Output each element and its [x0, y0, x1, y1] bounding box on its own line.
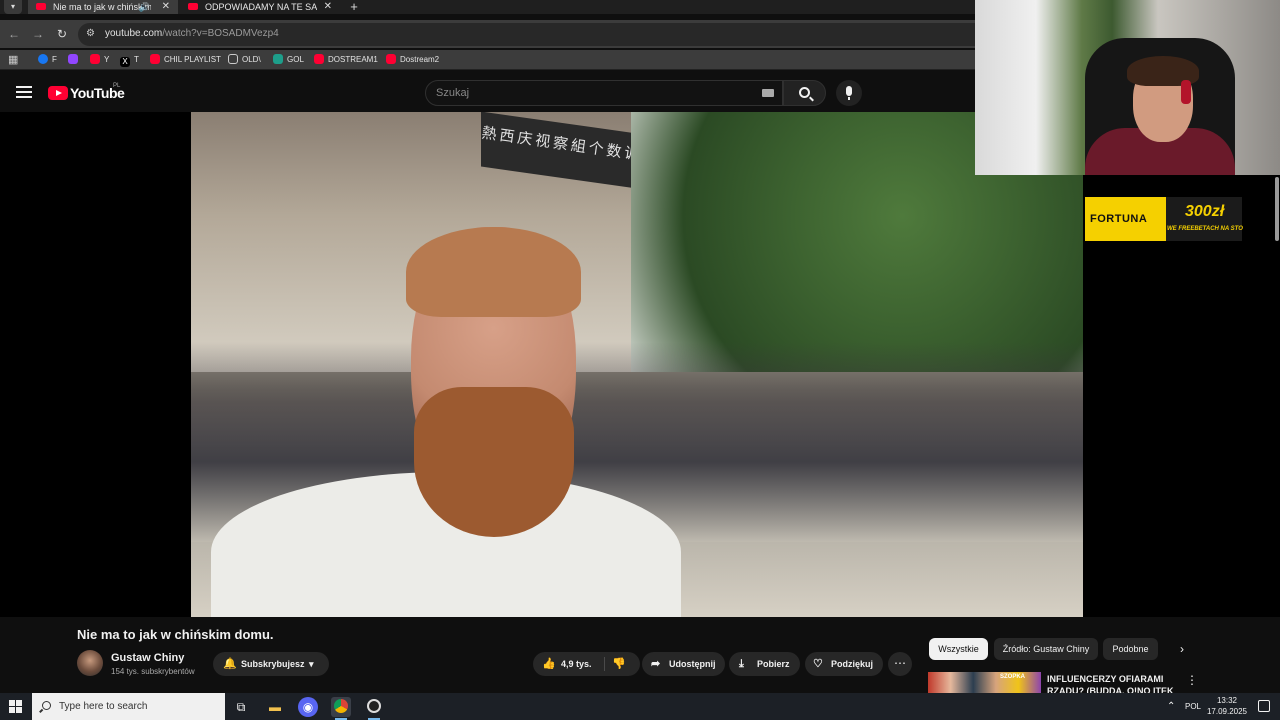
thanks-heart-icon: ♡ [813, 658, 823, 670]
share-button[interactable]: ➦ Udostępnij [642, 652, 725, 676]
video-title: Nie ma to jak w chińskim domu. [77, 627, 274, 642]
youtube-favicon-icon [188, 3, 198, 10]
fortuna-ad-banner[interactable]: FORTUNA 300zł WE FREEBETACH NA STO [1085, 197, 1243, 241]
youtube-icon [314, 54, 324, 64]
facebook-icon [38, 54, 48, 64]
bookmark-twitch[interactable] [68, 54, 82, 66]
forward-arrow-icon[interactable]: → [30, 26, 46, 42]
subscribe-button[interactable]: 🔔 Subskrybujesz ▾ [213, 652, 329, 676]
clock-date: 17.09.2025 [1206, 707, 1248, 716]
file-explorer-icon[interactable]: ▬ [265, 697, 285, 717]
youtube-icon [90, 54, 100, 64]
bookmark-folder-old[interactable]: OLD\ [228, 54, 261, 66]
like-count[interactable]: 4,9 tys. [561, 652, 592, 676]
clock-time: 13:32 [1216, 696, 1238, 705]
new-tab-button[interactable]: + [347, 0, 361, 14]
chrome-icon[interactable] [331, 697, 351, 720]
download-icon: ⤓ [739, 658, 744, 670]
search-input[interactable]: Szukaj [425, 80, 783, 106]
windows-start-icon[interactable] [9, 700, 22, 713]
download-button[interactable]: ⤓ Pobierz [729, 652, 800, 676]
like-icon[interactable]: 👍 [542, 652, 556, 676]
youtube-icon [386, 54, 396, 64]
video-person [396, 227, 586, 537]
tray-chevron-up-icon[interactable]: ⌃ [1167, 693, 1175, 720]
keyboard-icon[interactable] [762, 89, 774, 97]
taskbar-clock[interactable]: 13:32 17.09.2025 [1204, 695, 1250, 717]
tab-second-video[interactable]: ODPOWIADAMY NA TE SAME P ✕ [180, 0, 340, 14]
chip-related[interactable]: Podobne [1103, 638, 1158, 660]
site-info-icon[interactable]: ⚙ [86, 28, 98, 40]
side-panel [1083, 175, 1280, 617]
more-actions-icon[interactable]: ⋯ [888, 652, 912, 676]
video-frame[interactable]: 熱西庆视察組个数调字 [191, 112, 1083, 617]
voice-search-button[interactable] [836, 80, 862, 106]
discord-icon[interactable]: ◉ [298, 697, 318, 717]
bookmark-youtube[interactable]: Y [90, 54, 109, 66]
apps-grid-icon[interactable]: ▦ [8, 54, 20, 66]
menu-icon[interactable] [16, 86, 32, 98]
like-dislike-group: 👍 4,9 tys. 👎 [533, 652, 640, 676]
channel-subscriber-count: 154 tys. subskrybentów [111, 667, 195, 676]
dislike-icon[interactable]: 👎 [612, 652, 626, 676]
notifications-icon[interactable] [1258, 700, 1270, 712]
speaker-icon[interactable]: 🔊 [139, 0, 150, 14]
search-icon [42, 701, 51, 710]
youtube-play-icon [48, 86, 68, 100]
bookmark-chil-playlist[interactable]: CHIL PLAYLIST [150, 54, 221, 66]
bookmark-facebook[interactable]: F [38, 54, 57, 66]
bookmark-gol[interactable]: GOL [273, 54, 304, 66]
chip-from-channel[interactable]: Źródło: Gustaw Chiny [994, 638, 1098, 660]
tab-title: Nie ma to jak w chińskim d [53, 2, 151, 12]
tab-active-video[interactable]: Nie ma to jak w chińskim d 🔊 ✕ [28, 0, 178, 14]
recommended-thumbnail[interactable]: SZOPKA [928, 672, 1041, 694]
obs-icon[interactable] [364, 697, 384, 720]
windows-taskbar: Type here to search ⧉ ▬ ◉ ⌃ POL 13:32 17… [0, 693, 1280, 720]
reload-icon[interactable]: ↻ [54, 26, 70, 42]
close-tab-icon[interactable]: ✕ [162, 0, 170, 14]
recommended-more-icon[interactable]: ⋮ [1186, 673, 1198, 689]
thanks-button[interactable]: ♡ Podziękuj [805, 652, 883, 676]
search-button[interactable] [783, 80, 826, 106]
url-text: youtube.com/watch?v=BOSADMVezp4 [105, 28, 279, 39]
channel-avatar[interactable] [77, 650, 103, 676]
streamer-webcam [975, 0, 1280, 175]
tab-title: ODPOWIADAMY NA TE SAME P [205, 2, 317, 12]
channel-name[interactable]: Gustaw Chiny [111, 652, 184, 664]
back-arrow-icon[interactable]: ← [6, 26, 22, 42]
microphone-icon [846, 86, 852, 100]
close-tab-icon[interactable]: ✕ [324, 0, 332, 14]
x-logo-icon: X [120, 57, 130, 67]
youtube-favicon-icon [36, 3, 46, 10]
headset-icon [1181, 80, 1191, 104]
bookmark-dostream2[interactable]: Dostream2 [386, 54, 439, 66]
video-player[interactable]: 熱西庆视察組个数调字 [0, 112, 1083, 617]
twitch-icon [68, 54, 78, 64]
chevron-down-icon: ▾ [309, 659, 314, 669]
bell-icon: 🔔 [223, 658, 237, 670]
like-separator [604, 657, 605, 671]
scrollbar[interactable] [1275, 177, 1279, 241]
ad-amount: 300zł [1185, 203, 1225, 220]
task-view-icon[interactable]: ⧉ [231, 697, 251, 717]
chip-all[interactable]: Wszystkie [929, 638, 988, 660]
language-indicator[interactable]: POL [1185, 693, 1201, 720]
gol-icon [273, 54, 283, 64]
search-icon [799, 87, 810, 98]
share-icon: ➦ [651, 658, 661, 670]
ad-brand: FORTUNA [1090, 213, 1148, 225]
tab-search-button[interactable]: ▾ [4, 0, 22, 14]
youtube-icon [150, 54, 160, 64]
folder-icon [228, 54, 238, 64]
bookmark-x[interactable]: XT [120, 54, 139, 67]
bookmark-dostream1[interactable]: DOSTREAM1 [314, 54, 378, 66]
chevron-right-icon[interactable]: › [1174, 640, 1190, 658]
recommended-title[interactable]: INFLUENCERZY OFIARAMI RZĄDU? (BUDDA, O!N… [1047, 673, 1175, 693]
ad-subtext: WE FREEBETACH NA STO [1167, 226, 1243, 232]
youtube-masthead: YouTube PL Szukaj [0, 74, 975, 112]
taskbar-search-input[interactable]: Type here to search [32, 693, 225, 720]
